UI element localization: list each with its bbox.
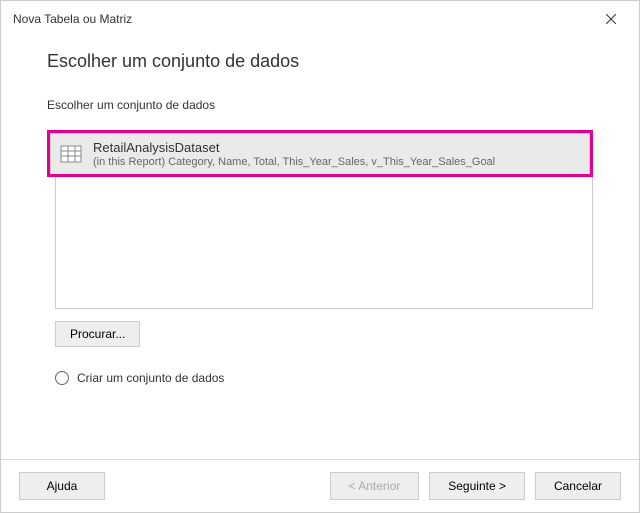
dataset-text: RetailAnalysisDataset (in this Report) C… bbox=[93, 140, 495, 168]
button-bar: Ajuda < Anterior Seguinte > Cancelar bbox=[1, 459, 639, 512]
dataset-listbox-empty[interactable] bbox=[55, 177, 593, 309]
cancel-button[interactable]: Cancelar bbox=[535, 472, 621, 500]
dataset-item[interactable]: RetailAnalysisDataset (in this Report) C… bbox=[51, 134, 589, 174]
next-button[interactable]: Seguinte > bbox=[429, 472, 525, 500]
create-dataset-option[interactable]: Criar um conjunto de dados bbox=[55, 371, 593, 385]
dialog-content: Escolher um conjunto de dados Escolher u… bbox=[1, 33, 639, 385]
page-heading: Escolher um conjunto de dados bbox=[47, 51, 593, 72]
back-button: < Anterior bbox=[330, 472, 420, 500]
titlebar: Nova Tabela ou Matriz bbox=[1, 1, 639, 33]
radio-icon bbox=[55, 371, 69, 385]
highlight-annotation: RetailAnalysisDataset (in this Report) C… bbox=[47, 130, 593, 177]
help-button[interactable]: Ajuda bbox=[19, 472, 105, 500]
dataset-listbox[interactable]: RetailAnalysisDataset (in this Report) C… bbox=[50, 133, 590, 174]
browse-button[interactable]: Procurar... bbox=[55, 321, 140, 347]
table-icon bbox=[59, 142, 83, 166]
close-button[interactable] bbox=[595, 7, 627, 31]
create-dataset-label: Criar um conjunto de dados bbox=[77, 371, 224, 385]
close-icon bbox=[606, 14, 616, 24]
dataset-name: RetailAnalysisDataset bbox=[93, 140, 495, 155]
window-title: Nova Tabela ou Matriz bbox=[13, 12, 132, 26]
dataset-fields: (in this Report) Category, Name, Total, … bbox=[93, 156, 495, 168]
section-label: Escolher um conjunto de dados bbox=[47, 98, 593, 112]
